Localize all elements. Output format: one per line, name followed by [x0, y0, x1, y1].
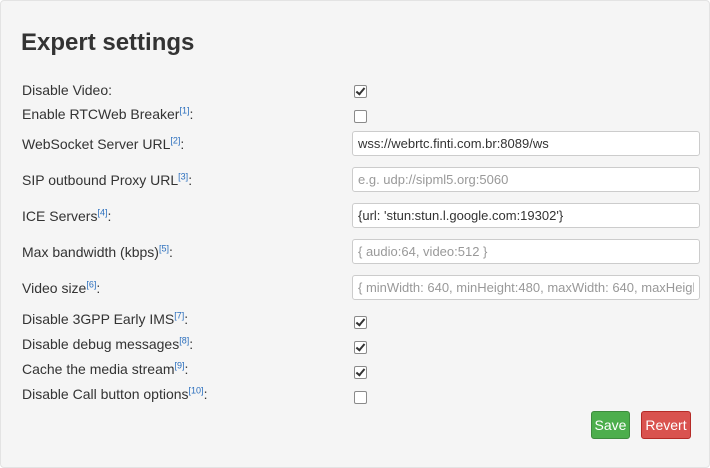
footnote-link-2[interactable]: [2]: [170, 135, 180, 145]
page-title: Expert settings: [21, 29, 195, 56]
footnote-link-4[interactable]: [4]: [97, 207, 107, 217]
footnote-link-9[interactable]: [9]: [175, 360, 185, 370]
footnote-link-5[interactable]: [5]: [159, 243, 169, 253]
websocket-server-url-label: WebSocket Server URL[2]:: [22, 135, 185, 152]
disable-video-checkbox[interactable]: [354, 85, 367, 98]
expert-settings-panel: Expert settings Disable Video: Enable RT…: [0, 0, 710, 468]
checkmark-icon: [355, 85, 366, 96]
disable-call-button-options-label: Disable Call button options[10]:: [22, 385, 208, 402]
save-button[interactable]: Save: [591, 411, 630, 439]
disable-3gpp-early-ims-checkbox[interactable]: [354, 316, 367, 329]
max-bandwidth-input[interactable]: [352, 239, 700, 264]
checkmark-icon: [355, 366, 366, 377]
video-size-label: Video size[6]:: [22, 279, 101, 296]
enable-rtcweb-breaker-checkbox[interactable]: [354, 110, 367, 123]
disable-video-label: Disable Video:: [22, 82, 113, 98]
footnote-link-6[interactable]: [6]: [86, 279, 96, 289]
cache-media-stream-label: Cache the media stream[9]:: [22, 360, 189, 377]
footnote-link-3[interactable]: [3]: [178, 171, 188, 181]
footnote-link-1[interactable]: [1]: [179, 105, 189, 115]
sip-outbound-proxy-url-label: SIP outbound Proxy URL[3]:: [22, 171, 193, 188]
max-bandwidth-label: Max bandwidth (kbps)[5]:: [22, 243, 173, 260]
video-size-input[interactable]: [352, 275, 700, 300]
disable-debug-messages-label: Disable debug messages[8]:: [22, 335, 194, 352]
footnote-link-7[interactable]: [7]: [174, 310, 184, 320]
disable-call-button-options-checkbox[interactable]: [354, 391, 367, 404]
footnote-link-10[interactable]: [10]: [189, 385, 204, 395]
ice-servers-label: ICE Servers[4]:: [22, 207, 112, 224]
cache-media-stream-checkbox[interactable]: [354, 366, 367, 379]
websocket-server-url-input[interactable]: [352, 131, 700, 156]
footnote-link-8[interactable]: [8]: [179, 335, 189, 345]
disable-debug-messages-checkbox[interactable]: [354, 341, 367, 354]
ice-servers-input[interactable]: [352, 203, 700, 228]
checkmark-icon: [355, 316, 366, 327]
disable-3gpp-early-ims-label: Disable 3GPP Early IMS[7]:: [22, 310, 189, 327]
sip-outbound-proxy-url-input[interactable]: [352, 167, 700, 192]
checkmark-icon: [355, 341, 366, 352]
enable-rtcweb-breaker-label: Enable RTCWeb Breaker[1]:: [22, 105, 194, 122]
revert-button[interactable]: Revert: [641, 411, 691, 439]
